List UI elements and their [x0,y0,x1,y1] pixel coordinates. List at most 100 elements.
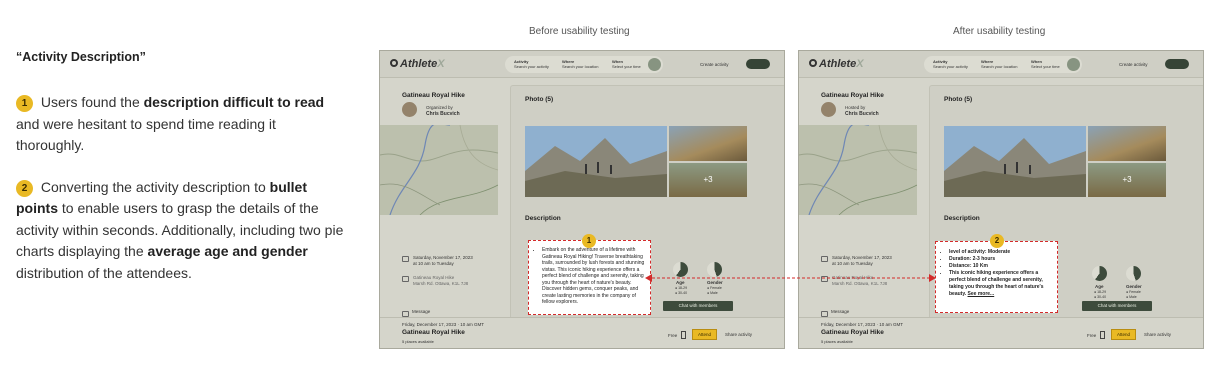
photo-label: Photo (5) [944,96,973,103]
description-bullets: level of activity: Moderate Duration: 2-… [940,249,1053,298]
caption-after: After usability testing [953,26,1046,37]
description-callout-before: Embark on the adventure of a lifetime wi… [528,240,651,315]
profile-toggle[interactable] [1165,59,1189,69]
age-label: Age [1095,284,1104,289]
photo-thumbnail[interactable] [1088,126,1166,161]
map[interactable] [380,125,498,215]
hike-photo[interactable] [944,126,1086,197]
chat-with-members-button[interactable]: Chat with members [663,301,733,311]
logo-icon [390,59,398,67]
gender-legend: ● Female ● Male [707,286,722,295]
footer-title: Gatineau Royal Hike [821,329,884,336]
photo-label: Photo (5) [525,96,554,103]
search-icon[interactable] [648,58,661,71]
chat-with-members-button[interactable]: Chat with members [1082,301,1152,311]
top-navbar: AthleteX Activity Search your activity Wh… [799,51,1203,78]
price-label: Free [1087,333,1097,338]
highlight-number-badge: 1 [582,234,596,248]
see-more-link[interactable]: See more... [968,291,995,297]
organizer: Hosted by Chris Bucvich [845,105,879,117]
attend-button[interactable]: Attend [1111,329,1136,340]
gender-label: Gender [1126,284,1142,289]
map-drawing [380,125,498,215]
share-activity-button[interactable]: Share activity [725,332,752,337]
message-label: Message [412,309,431,314]
description-callout-after: level of activity: Moderate Duration: 2-… [935,241,1058,313]
activity-sidebar: Gatineau Royal Hike Organized by Chris Bu… [380,78,510,318]
message-label: Message [831,309,850,314]
logo-icon [809,59,817,67]
finding-number-badge: 1 [16,95,33,112]
age-legend: ● 18-29 ● 30-40 [1094,290,1107,299]
activity-location: Gatineau Royal HikeMarsh Rd. Ottawa, K1L… [413,275,469,286]
search-activity[interactable]: Activity Search your activity [514,59,549,69]
activity-date: Saturday, November 17, 2023 at 10 am to T… [832,255,892,266]
finding-2: 2 Converting the activity description to… [16,178,344,281]
description-text: Embark on the adventure of a lifetime wi… [542,247,646,306]
search-bar[interactable]: Activity Search your activity Where Search… [505,56,663,73]
avatar[interactable] [821,102,836,117]
finding-number-badge: 2 [16,179,33,197]
avatar[interactable] [402,102,417,117]
age-pie-chart [1092,266,1107,281]
footer-title: Gatineau Royal Hike [402,329,465,336]
bookmark-icon[interactable] [1100,331,1105,339]
activity-title: Gatineau Royal Hike [402,92,465,99]
photo-gallery[interactable]: +3 [944,126,1178,197]
app-logo[interactable]: AthleteX [809,58,864,70]
places-available: 5 places available [402,339,434,344]
map[interactable] [799,125,917,215]
search-when[interactable]: When Select your time [1031,59,1060,69]
gender-pie-chart [1126,266,1141,281]
arrowhead-left-icon [645,274,652,282]
usability-comparison-slide: “Activity Description” 1 Users found the… [0,0,1224,373]
list-item: This iconic hiking experience offers a p… [949,270,1053,298]
bottom-bar: Friday, December 17, 2023 · 10 am GMT Ga… [799,317,1203,348]
hike-photo[interactable] [525,126,667,197]
app-logo[interactable]: AthleteX [390,58,445,70]
more-photos[interactable]: +3 [1088,163,1166,197]
search-activity[interactable]: Activity Search your activity [933,59,968,69]
screen-after: AthleteX Activity Search your activity Wh… [798,50,1204,349]
list-item: level of activity: Moderate [949,249,1053,256]
comparison-arrow [645,274,936,282]
screen-before: AthleteX Activity Search your activity Wh… [379,50,785,349]
section-heading: “Activity Description” [16,50,146,64]
top-navbar: AthleteX Activity Search your activity Wh… [380,51,784,78]
calendar-icon [402,256,409,262]
profile-toggle[interactable] [746,59,770,69]
highlight-number-badge: 2 [990,234,1004,248]
activity-title: Gatineau Royal Hike [821,92,884,99]
age-legend: ● 18-29 ● 30-40 [675,286,688,295]
bottom-bar: Friday, December 17, 2023 · 10 am GMT Ga… [380,317,784,348]
calendar-icon [821,256,828,262]
photo-gallery[interactable]: +3 [525,126,759,197]
explanation-panel: “Activity Description” 1 Users found the… [16,50,346,304]
search-where[interactable]: Where Search your location [562,59,598,69]
create-activity-link[interactable]: Create activity [1119,62,1148,67]
description-label: Description [525,215,561,222]
places-available: 5 places available [821,339,853,344]
more-photos[interactable]: +3 [669,163,747,197]
map-drawing [799,125,917,215]
share-activity-button[interactable]: Share activity [1144,332,1171,337]
location-pin-icon [402,276,409,282]
create-activity-link[interactable]: Create activity [700,62,729,67]
organizer: Organized by Chris Bucvich [426,105,460,117]
search-when[interactable]: When Select your time [612,59,641,69]
gender-legend: ● Female ● Male [1126,290,1141,299]
search-icon[interactable] [1067,58,1080,71]
search-where[interactable]: Where Search your location [981,59,1017,69]
attend-button[interactable]: Attend [692,329,717,340]
activity-date: Saturday, November 17, 2023 at 10 am to T… [413,255,473,266]
search-bar[interactable]: Activity Search your activity Where Search… [924,56,1082,73]
footer-date: Friday, December 17, 2023 · 10 am GMT [821,322,903,327]
photo-thumbnail[interactable] [669,126,747,161]
list-item: Duration: 2-3 hours [949,256,1053,263]
bookmark-icon[interactable] [681,331,686,339]
list-item: Distance: 10 Km [949,263,1053,270]
price-label: Free [668,333,678,338]
finding-1: 1 Users found the description difficult … [16,94,325,153]
caption-before: Before usability testing [529,26,630,37]
footer-date: Friday, December 17, 2023 · 10 am GMT [402,322,484,327]
